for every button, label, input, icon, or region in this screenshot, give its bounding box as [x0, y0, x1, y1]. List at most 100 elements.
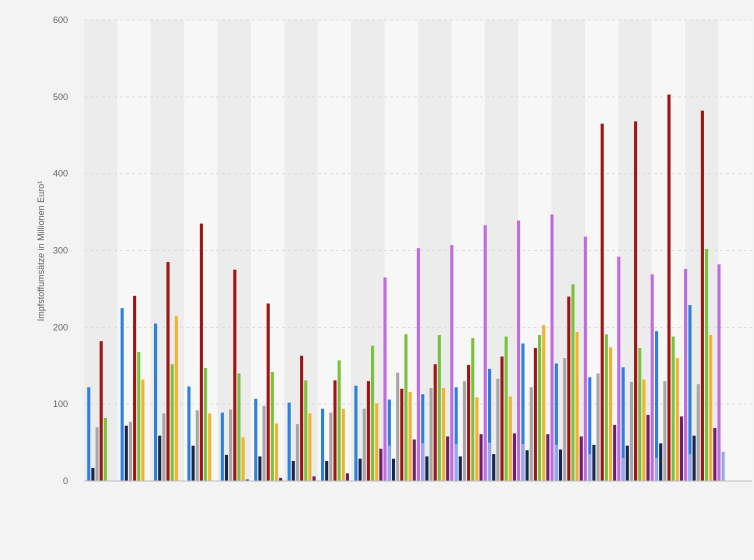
bar	[174, 315, 178, 481]
bar	[312, 476, 316, 481]
bar	[141, 379, 145, 481]
bar	[454, 444, 458, 481]
bar	[412, 439, 416, 481]
bar	[504, 336, 508, 481]
bar	[133, 295, 137, 481]
bar	[667, 94, 671, 482]
bar	[621, 457, 625, 481]
y-tick-label: 300	[53, 246, 68, 256]
y-axis-label: Impfstoffumsätze in Millionen Euro¹	[36, 181, 46, 321]
bar	[124, 425, 128, 481]
bar	[195, 410, 199, 481]
bar	[375, 403, 379, 481]
bar	[241, 437, 245, 481]
bar	[705, 248, 709, 481]
bar	[583, 236, 587, 481]
bar	[258, 456, 262, 481]
bar	[608, 347, 613, 481]
bar	[600, 123, 604, 481]
bar	[441, 388, 446, 481]
y-tick-label: 500	[53, 92, 68, 102]
bar	[563, 358, 567, 481]
bar	[650, 274, 654, 481]
bar	[154, 323, 158, 481]
bar	[654, 457, 658, 481]
bar	[679, 416, 683, 481]
bar	[567, 296, 571, 481]
bar	[91, 467, 95, 481]
bar	[166, 262, 170, 481]
bar	[400, 388, 404, 481]
bar	[646, 414, 650, 481]
bar	[224, 454, 229, 481]
bar	[625, 445, 629, 481]
bar	[538, 335, 542, 481]
bar	[341, 408, 345, 481]
bar	[496, 378, 500, 481]
bar	[521, 444, 525, 481]
bar	[596, 373, 600, 481]
bar	[295, 424, 299, 481]
bar	[604, 334, 608, 481]
bar	[554, 444, 558, 481]
bar	[508, 396, 512, 481]
bar	[237, 373, 241, 481]
bar	[659, 443, 663, 481]
bar	[233, 269, 237, 481]
bar	[199, 223, 203, 481]
y-axis-ticks: 0 100 200 300 400 500 600	[53, 15, 68, 486]
bar	[208, 413, 212, 481]
bar	[345, 473, 349, 481]
bar	[120, 308, 124, 481]
bar	[137, 351, 141, 481]
bar	[642, 379, 646, 481]
bar	[634, 121, 638, 482]
bar	[475, 397, 479, 481]
bar	[379, 448, 383, 481]
bar	[675, 358, 679, 481]
y-tick-label: 100	[53, 399, 68, 409]
y-tick-label: 200	[53, 322, 68, 332]
bar	[500, 356, 504, 481]
bar	[613, 424, 617, 481]
bar	[358, 458, 362, 481]
bar	[629, 381, 633, 481]
bar	[308, 413, 312, 481]
bar	[721, 451, 725, 481]
bar	[517, 220, 521, 481]
bar	[103, 417, 107, 481]
y-tick-label: 400	[53, 169, 68, 179]
bar	[592, 444, 596, 481]
bar	[579, 436, 583, 481]
bar	[371, 345, 375, 481]
bar	[229, 409, 233, 481]
bar	[671, 336, 675, 481]
bar	[487, 442, 491, 481]
bar	[321, 408, 325, 481]
bar	[617, 256, 621, 481]
bar	[571, 284, 575, 481]
bar	[408, 391, 412, 481]
bar	[700, 110, 704, 481]
bar	[638, 348, 642, 481]
bar	[483, 225, 487, 481]
bar	[717, 264, 721, 481]
bar	[99, 341, 103, 481]
bar	[458, 456, 462, 481]
bar	[425, 456, 429, 481]
bar	[204, 368, 208, 481]
bar	[404, 334, 408, 481]
bar	[696, 384, 700, 481]
bar	[304, 380, 308, 481]
bar	[588, 454, 592, 481]
bar	[542, 325, 546, 481]
bar	[709, 335, 713, 481]
bar	[354, 385, 358, 481]
bar	[462, 381, 466, 481]
bar	[274, 423, 279, 481]
y-tick-label: 0	[63, 476, 68, 486]
bar	[95, 427, 99, 481]
bar	[471, 338, 475, 481]
bar	[529, 387, 533, 481]
bar	[300, 355, 304, 481]
